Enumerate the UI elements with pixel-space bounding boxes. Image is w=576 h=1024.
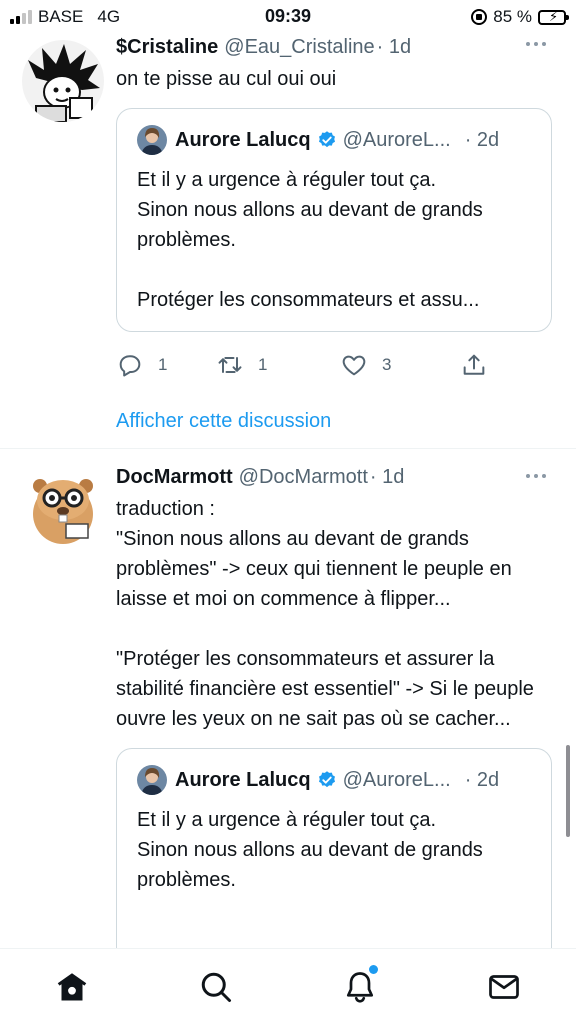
author-handle[interactable]: @DocMarmott xyxy=(239,466,368,489)
home-icon xyxy=(57,973,87,1001)
retweet-icon xyxy=(218,357,242,373)
nav-notifications[interactable] xyxy=(342,965,378,1005)
nav-messages[interactable] xyxy=(486,969,522,1005)
battery-icon: ⚡ xyxy=(538,8,569,25)
bottom-nav xyxy=(0,948,576,1024)
retweet-button[interactable]: 1 xyxy=(216,351,340,379)
reply-button[interactable]: 1 xyxy=(116,351,216,379)
notifications-icon xyxy=(346,972,374,1003)
quoted-avatar xyxy=(137,765,167,795)
messages-icon xyxy=(489,975,519,999)
quoted-avatar xyxy=(137,125,167,155)
reply-icon xyxy=(119,355,141,377)
tweet-text: on te pisse au cul oui oui xyxy=(116,68,337,90)
scrollbar[interactable] xyxy=(566,745,570,837)
tweet[interactable]: DocMarmott @DocMarmott · 1d traduction :… xyxy=(0,466,576,948)
reply-count: 1 xyxy=(158,355,168,374)
quoted-tweet-time: · 2d xyxy=(464,128,500,151)
quoted-tweet-time: · 2d xyxy=(464,768,500,791)
charging-icon: ⚡ xyxy=(549,8,559,24)
status-bar: BASE 4G 09:39 85 % ⚡ xyxy=(0,0,576,34)
tweet-text: traduction : "Sinon nous allons au devan… xyxy=(116,498,534,730)
share-button[interactable] xyxy=(460,351,488,379)
quoted-author-name: Aurore Lalucq xyxy=(175,128,311,151)
nav-home[interactable] xyxy=(54,969,90,1005)
quoted-author-handle: @AuroreL... xyxy=(342,768,451,791)
avatar[interactable] xyxy=(22,466,104,548)
more-icon[interactable] xyxy=(526,42,546,46)
author-name[interactable]: $Cristaline xyxy=(116,36,218,59)
tweet-header: $Cristaline @Eau_Cristaline · 1d xyxy=(116,36,552,64)
status-right: 85 % ⚡ xyxy=(471,7,569,27)
timeline[interactable]: $Cristaline @Eau_Cristaline · 1d on te p… xyxy=(0,34,576,948)
more-icon[interactable] xyxy=(526,474,546,478)
share-icon xyxy=(463,354,485,375)
quoted-author-handle: @AuroreL... xyxy=(342,128,451,151)
tweet-time[interactable]: · 1d xyxy=(377,36,411,59)
verified-badge-icon xyxy=(318,131,335,148)
quoted-tweet-text: Et il y a urgence à réguler tout ça. Sin… xyxy=(137,169,483,311)
orientation-lock-icon xyxy=(471,9,488,25)
quoted-author-name: Aurore Lalucq xyxy=(175,768,311,791)
quoted-tweet-text: Et il y a urgence à réguler tout ça. Sin… xyxy=(137,809,483,891)
author-handle[interactable]: @Eau_Cristaline xyxy=(224,36,374,59)
tweet-divider xyxy=(0,448,576,449)
quoted-tweet-header: Aurore Lalucq @AuroreL... · 2d xyxy=(137,765,531,795)
quoted-tweet-header: Aurore Lalucq @AuroreL... · 2d xyxy=(137,125,531,155)
retweet-count: 1 xyxy=(258,355,268,374)
heart-icon xyxy=(342,355,366,376)
tweet-time[interactable]: · 1d xyxy=(370,466,404,489)
quoted-tweet[interactable]: Aurore Lalucq @AuroreL... · 2d Et il y a… xyxy=(116,108,552,332)
tweet-actions: 1 1 3 xyxy=(116,338,552,392)
tweet[interactable]: $Cristaline @Eau_Cristaline · 1d on te p… xyxy=(0,34,576,433)
quoted-tweet[interactable]: Aurore Lalucq @AuroreL... · 2d Et il y a… xyxy=(116,748,552,948)
nav-search[interactable] xyxy=(198,969,234,1005)
like-button[interactable]: 3 xyxy=(340,351,460,379)
like-count: 3 xyxy=(382,355,392,374)
show-thread-link[interactable]: Afficher cette discussion xyxy=(116,410,552,433)
battery-percent: 85 % xyxy=(493,7,532,26)
tweet-header: DocMarmott @DocMarmott · 1d xyxy=(116,466,552,494)
search-icon xyxy=(201,972,231,1002)
avatar[interactable] xyxy=(22,40,104,122)
author-name[interactable]: DocMarmott xyxy=(116,466,233,489)
notification-dot xyxy=(369,965,378,974)
verified-badge-icon xyxy=(318,771,335,788)
